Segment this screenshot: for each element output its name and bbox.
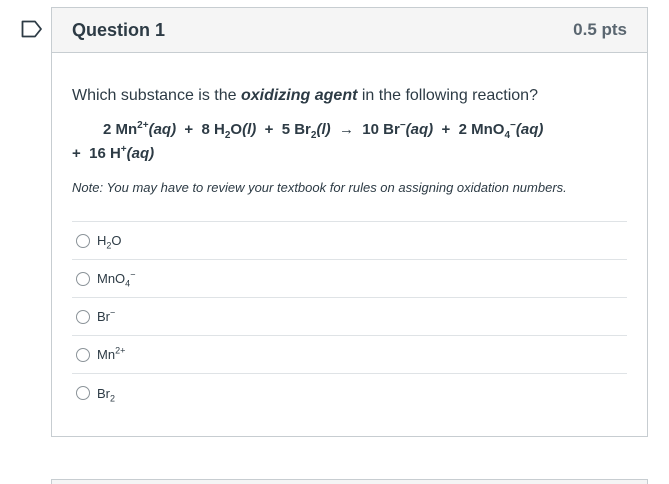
answer-option[interactable]: Mn2+	[72, 336, 627, 374]
prompt-text: Which substance is the	[72, 87, 241, 104]
question-body: Which substance is the oxidizing agent i…	[52, 53, 647, 412]
next-question-card	[51, 479, 648, 484]
prompt-text-end: in the following reaction?	[357, 87, 538, 104]
answer-label[interactable]: MnO4−	[97, 270, 135, 288]
answer-option[interactable]: Br−	[72, 298, 627, 336]
question-title: Question 1	[72, 19, 166, 40]
equation-line-2: + 16 H+(aq)	[72, 144, 155, 163]
question-points: 0.5 pts	[573, 20, 627, 39]
radio-button[interactable]	[76, 309, 90, 324]
answer-label[interactable]: H2O	[97, 233, 122, 250]
radio-button[interactable]	[76, 233, 90, 248]
question-prompt: Which substance is the oxidizing agent i…	[72, 86, 627, 106]
prompt-emphasis: oxidizing agent	[240, 87, 358, 104]
answer-option[interactable]: MnO4−	[72, 260, 627, 298]
question-note: Note: You may have to review your textbo…	[72, 180, 567, 195]
answer-label[interactable]: Br2	[97, 386, 115, 403]
equation-line-1: 2 Mn2+(aq) + 8 H2O(l) + 5 Br2(l) → 10 Br…	[103, 120, 544, 141]
question-card: Question 1 0.5 pts Which substance is th…	[51, 7, 648, 437]
radio-button[interactable]	[76, 271, 90, 286]
answer-label[interactable]: Mn2+	[97, 346, 125, 362]
radio-button[interactable]	[76, 347, 90, 362]
answer-label[interactable]: Br−	[97, 308, 115, 324]
answer-option[interactable]: H2O	[72, 222, 627, 260]
answer-option[interactable]: Br2	[72, 374, 627, 412]
flag-question-icon[interactable]	[21, 20, 43, 38]
radio-button[interactable]	[76, 386, 90, 400]
question-header: Question 1 0.5 pts	[52, 8, 647, 53]
answer-list: H2O MnO4− Br− Mn2+ Br2	[72, 221, 627, 412]
chemical-equation: 2 Mn2+(aq) + 8 H2O(l) + 5 Br2(l) → 10 Br…	[72, 118, 627, 166]
